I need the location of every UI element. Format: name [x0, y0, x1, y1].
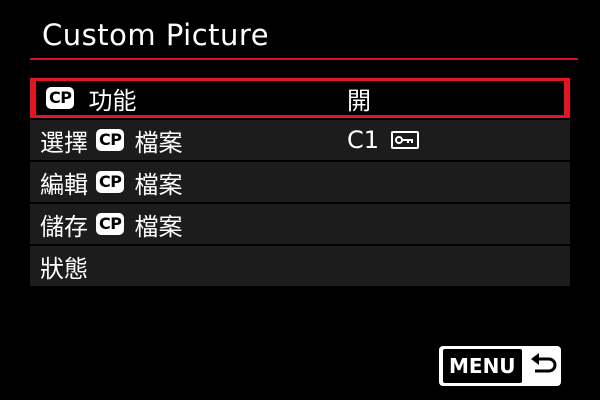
menu-item-label: 選擇 CP 檔案	[40, 123, 182, 158]
menu-item-text: 編輯	[40, 170, 88, 199]
cp-badge-icon: CP	[96, 213, 125, 235]
menu-item-edit-cp-file[interactable]: 編輯 CP 檔案	[30, 162, 570, 202]
return-arrow-icon	[529, 353, 559, 379]
menu-item-text: 狀態	[40, 254, 88, 283]
menu-return-button[interactable]: MENU	[439, 346, 561, 386]
menu-item-text: 儲存	[40, 212, 88, 241]
menu-item-label: 狀態	[40, 249, 88, 284]
cp-badge-icon: CP	[46, 87, 75, 109]
menu-item-label: 編輯 CP 檔案	[40, 165, 182, 200]
menu-item-select-cp-file[interactable]: 選擇 CP 檔案 C1	[30, 120, 570, 160]
menu-item-label: CP 功能	[46, 81, 136, 116]
menu-item-text: 檔案	[134, 212, 183, 241]
menu-item-text: 選擇	[40, 128, 88, 157]
key-icon	[391, 131, 420, 149]
menu-item-value: 開	[347, 81, 371, 116]
menu-item-value: C1	[347, 126, 420, 154]
menu-item-text: 檔案	[134, 170, 183, 199]
menu-item-label: 儲存 CP 檔案	[40, 207, 182, 242]
menu-item-status[interactable]: 狀態	[30, 246, 570, 286]
cp-badge-icon: CP	[96, 171, 125, 193]
menu-item-save-cp-file[interactable]: 儲存 CP 檔案	[30, 204, 570, 244]
menu-item-highlight: CP 功能 開	[36, 81, 564, 115]
cp-badge-icon: CP	[96, 129, 125, 151]
menu-item-text: 檔案	[134, 128, 183, 157]
menu-item-text: 功能	[88, 86, 137, 115]
page-title: Custom Picture	[42, 18, 270, 52]
value-text: C1	[347, 126, 380, 154]
menu-item-cp-function[interactable]: CP 功能 開	[30, 78, 570, 118]
title-divider	[30, 58, 578, 60]
value-text: 開	[347, 86, 371, 115]
menu-button-label: MENU	[443, 349, 522, 383]
menu-list: CP 功能 開 選擇 CP 檔案 C1 編輯 CP 檔案 儲存 CP 檔案 狀態	[30, 78, 570, 288]
